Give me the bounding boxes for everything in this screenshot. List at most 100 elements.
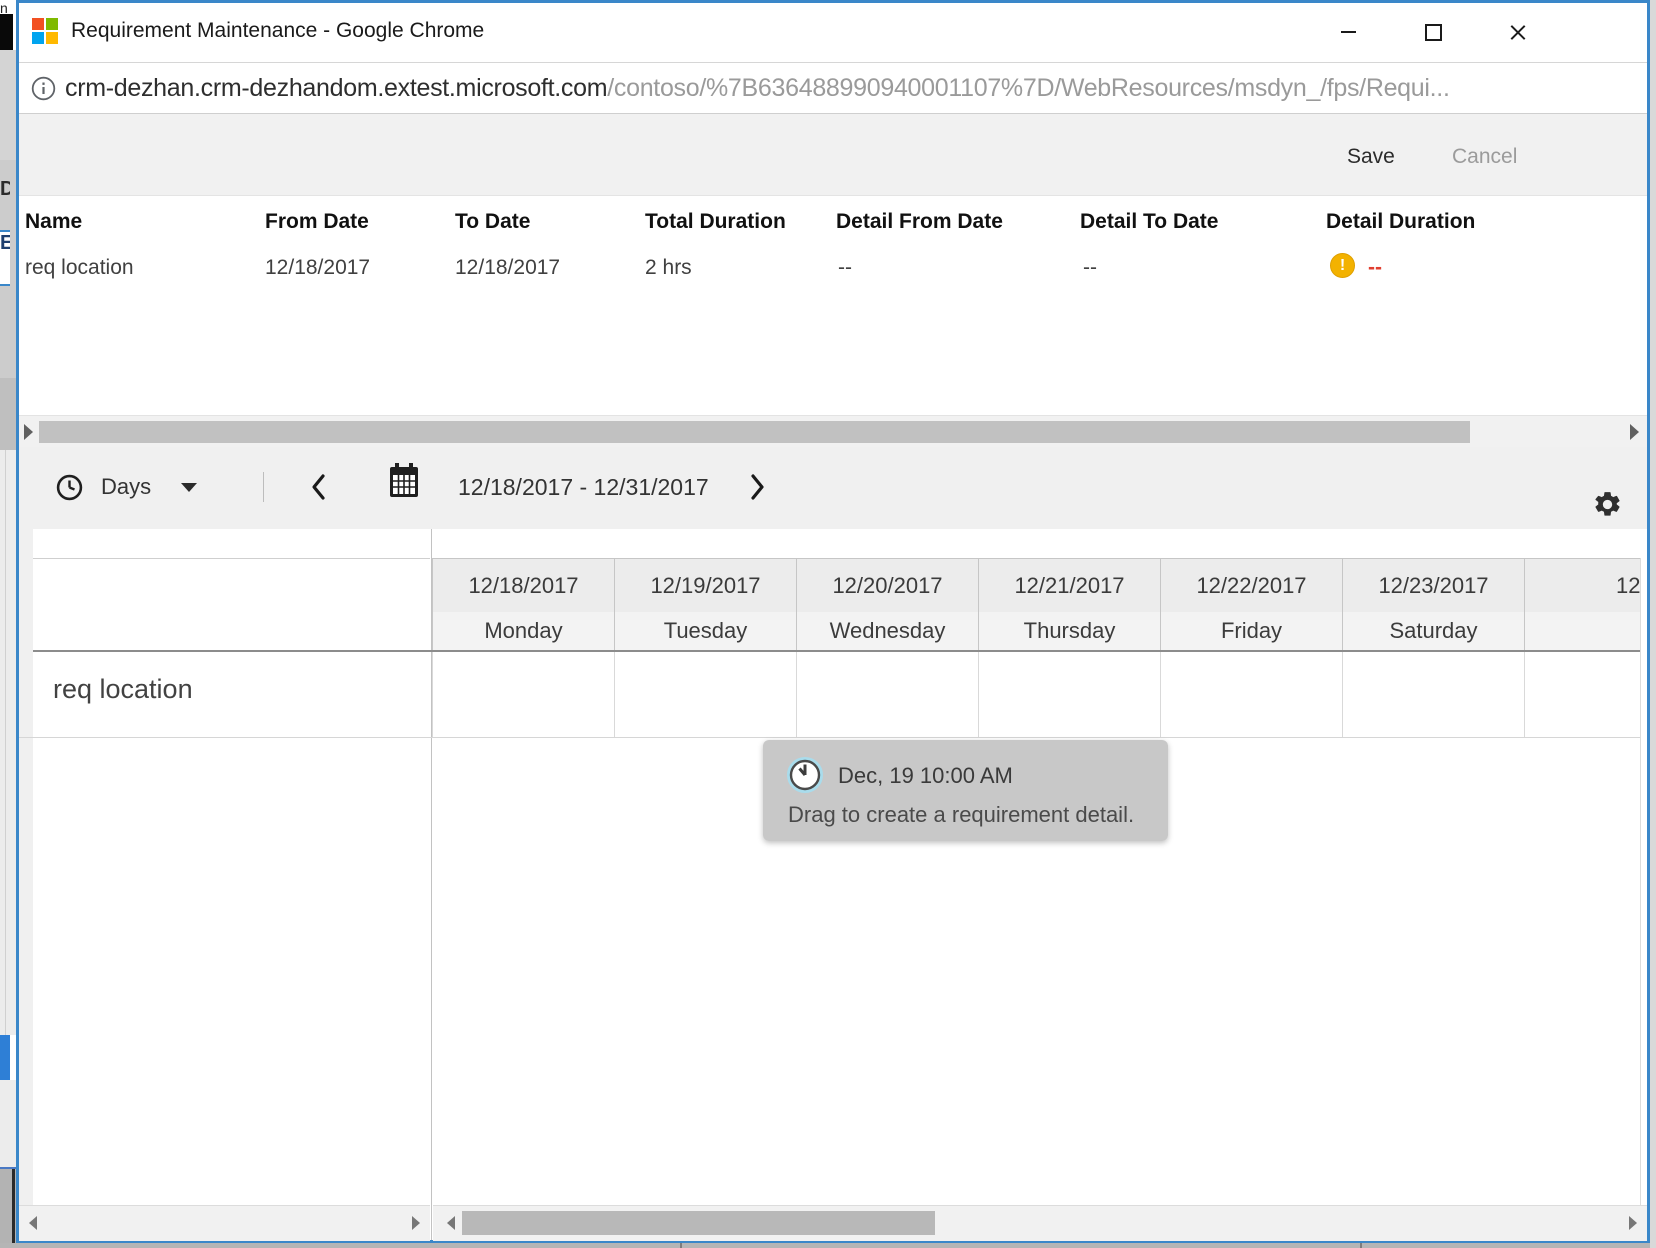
date-header-cell[interactable]: 12/21/2017 (978, 558, 1160, 612)
background-text-fragment: n (0, 0, 8, 14)
day-header-cell[interactable]: Tuesday (614, 612, 796, 650)
scroll-left-arrow-icon[interactable] (24, 424, 33, 440)
chevron-down-icon (181, 483, 197, 492)
background-bottom-strip (0, 1243, 1656, 1248)
schedule-cell[interactable] (1342, 652, 1524, 737)
date-header-cell[interactable]: 12/22/2017 (1160, 558, 1342, 612)
url-domain: crm-dezhan.crm-dezhandom.extest.microsof… (65, 74, 607, 102)
microsoft-favicon-icon (32, 18, 58, 44)
maximize-button[interactable] (1416, 17, 1450, 47)
close-button[interactable] (1501, 17, 1535, 47)
cell-name[interactable]: req location (25, 256, 134, 280)
column-header-detail-from-date: Detail From Date (836, 210, 1003, 234)
background-dark-block (0, 1167, 16, 1245)
cancel-button[interactable]: Cancel (1452, 145, 1517, 169)
schedule-cell[interactable] (1160, 652, 1342, 737)
toolbar-divider (263, 472, 264, 502)
scrollbar-thumb[interactable] (462, 1211, 935, 1235)
background-card-fragment: E (0, 230, 10, 286)
scroll-left-arrow-icon[interactable] (447, 1216, 455, 1230)
schedule-board: req location 12/18/2017 12/19/2017 12/20… (19, 529, 1647, 1240)
command-bar: Save Cancel (19, 114, 1647, 196)
background-right-strip (1650, 0, 1656, 1248)
day-header-cell[interactable]: Wednesday (796, 612, 978, 650)
cell-detail-duration[interactable]: -- (1368, 256, 1382, 280)
url-bar[interactable]: crm-dezhan.crm-dezhandom.extest.microsof… (19, 63, 1647, 114)
ms-square-green (46, 18, 58, 30)
info-icon[interactable] (31, 76, 56, 101)
window-title-bar: Requirement Maintenance - Google Chrome (19, 3, 1647, 63)
column-header-total-duration: Total Duration (645, 210, 786, 234)
requirement-table: Name From Date To Date Total Duration De… (19, 196, 1647, 415)
scroll-right-arrow-icon[interactable] (412, 1216, 420, 1230)
date-range-text: 12/18/2017 - 12/31/2017 (458, 474, 709, 501)
cell-detail-from-date[interactable]: -- (838, 256, 852, 280)
save-button[interactable]: Save (1347, 145, 1395, 169)
cell-total-duration[interactable]: 2 hrs (645, 256, 692, 280)
background-text-fragment: D (0, 178, 10, 201)
background-black-block (0, 14, 13, 50)
next-range-button[interactable] (748, 472, 768, 502)
schedule-cell[interactable] (796, 652, 978, 737)
settings-button[interactable] (1592, 489, 1623, 520)
day-header-cell[interactable]: Saturday (1342, 612, 1524, 650)
table-horizontal-scrollbar[interactable] (19, 415, 1647, 448)
scrollbar-thumb[interactable] (39, 421, 1470, 443)
gear-icon (1592, 489, 1623, 520)
minimize-button[interactable] (1331, 17, 1365, 47)
resource-name: req location (53, 674, 193, 705)
background-light-block (0, 450, 17, 1035)
calendar-picker-button[interactable] (388, 462, 420, 500)
date-header-cell[interactable]: 12/18/2017 (432, 558, 614, 612)
clock-icon (56, 474, 83, 501)
tooltip-time: Dec, 19 10:00 AM (838, 763, 1013, 789)
schedule-cell[interactable] (978, 652, 1160, 737)
clock-icon (786, 756, 824, 794)
calendar-icon (388, 462, 420, 500)
window-title: Requirement Maintenance - Google Chrome (71, 19, 484, 43)
background-blue-block (0, 1035, 10, 1080)
close-icon (1510, 24, 1526, 40)
scroll-right-arrow-icon[interactable] (1629, 1216, 1637, 1230)
previous-range-button[interactable] (308, 472, 328, 502)
maximize-icon (1425, 24, 1442, 41)
scroll-left-arrow-icon[interactable] (29, 1216, 37, 1230)
panel-horizontal-scrollbar[interactable] (19, 1205, 430, 1241)
day-header-cell[interactable]: Monday (432, 612, 614, 650)
background-line (12, 1169, 15, 1245)
background-line (5, 450, 6, 1035)
cell-to-date[interactable]: 12/18/2017 (455, 256, 560, 280)
grid-right-edge (1640, 558, 1641, 1205)
schedule-cell[interactable] (1524, 652, 1641, 737)
column-header-detail-to-date: Detail To Date (1080, 210, 1218, 234)
cell-detail-to-date[interactable]: -- (1083, 256, 1097, 280)
chevron-right-icon (748, 472, 768, 502)
background-gray-block (0, 50, 16, 160)
schedule-cell[interactable] (614, 652, 796, 737)
column-header-name: Name (25, 210, 82, 234)
background-gray-block-2: D E (0, 160, 16, 378)
tooltip-hint: Drag to create a requirement detail. (788, 802, 1134, 828)
chevron-left-icon (308, 472, 328, 502)
resource-row[interactable]: req location (33, 652, 430, 737)
column-header-detail-duration: Detail Duration (1326, 210, 1475, 234)
date-header-cell-partial[interactable]: 12/24/2017 (1524, 558, 1641, 612)
day-header-cell[interactable]: Friday (1160, 612, 1342, 650)
column-header-to-date: To Date (455, 210, 530, 234)
date-range-label: 12/18/2017 - 12/31/2017 (458, 464, 709, 510)
resource-panel-header (33, 558, 430, 651)
view-mode-dropdown[interactable]: Days (56, 464, 197, 510)
date-header-cell[interactable]: 12/23/2017 (1342, 558, 1524, 612)
scroll-right-arrow-icon[interactable] (1630, 424, 1639, 440)
background-tick (1360, 1243, 1362, 1248)
schedule-cell[interactable] (432, 652, 614, 737)
column-header-from-date: From Date (265, 210, 369, 234)
date-header-cell[interactable]: 12/20/2017 (796, 558, 978, 612)
day-header-cell-partial[interactable] (1524, 612, 1641, 650)
url-text[interactable]: crm-dezhan.crm-dezhandom.extest.microsof… (65, 74, 1450, 103)
grid-horizontal-scrollbar[interactable] (433, 1205, 1647, 1241)
day-header-cell[interactable]: Thursday (978, 612, 1160, 650)
scheduler-toolbar: Days 12/18/2017 - 12/31/2017 (19, 447, 1647, 529)
cell-from-date[interactable]: 12/18/2017 (265, 256, 370, 280)
date-header-cell[interactable]: 12/19/2017 (614, 558, 796, 612)
